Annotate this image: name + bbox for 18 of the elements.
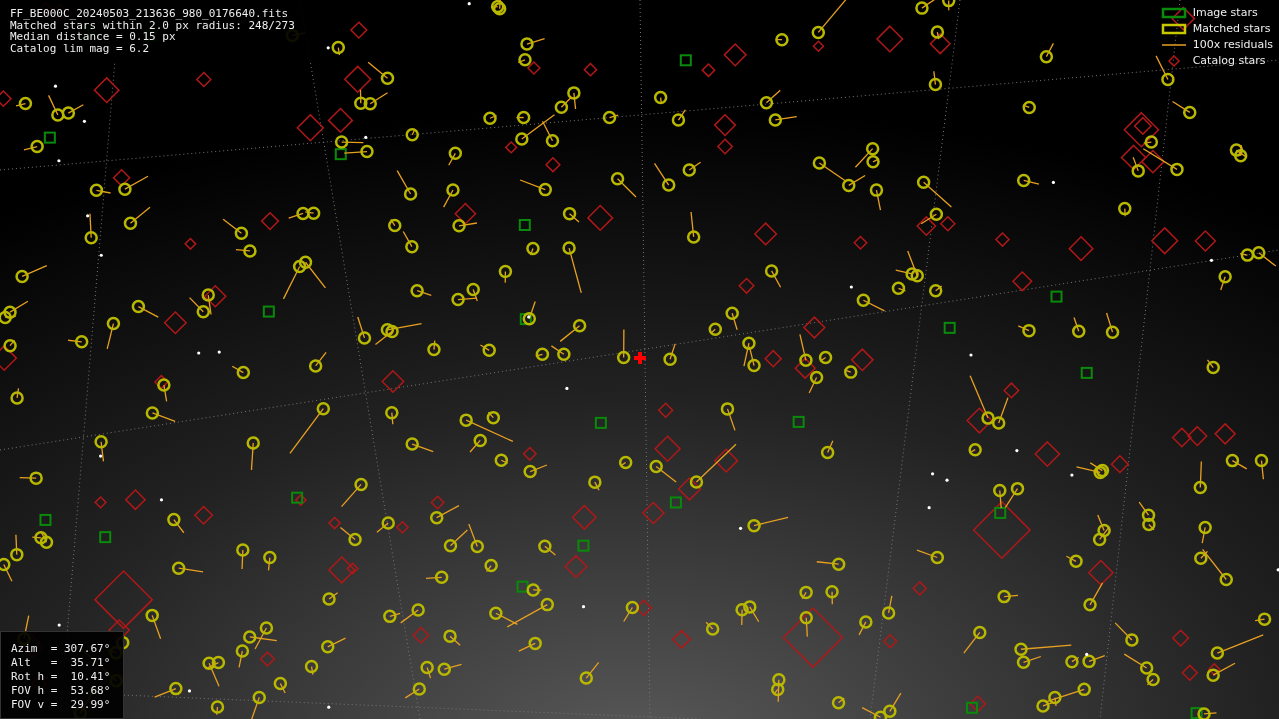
- cross-marker-icon: [634, 352, 646, 364]
- legend-label: Matched stars: [1192, 22, 1271, 36]
- pointing-text: Azim = 307.67°: [11, 642, 112, 656]
- info-text: Median distance = 0.15 px: [10, 31, 176, 43]
- info-text: FF_BE000C_20240503_213636_980_0176640.fits: [10, 8, 290, 20]
- diamond-icon: [1167, 55, 1180, 67]
- info-text: Catalog lim mag = 6.2: [10, 42, 151, 54]
- residual-line-icon: [1160, 44, 1187, 46]
- image-star-swatch-icon: [1161, 7, 1186, 19]
- pointing-text: Rot h = 10.41°: [11, 670, 112, 684]
- matched-star-swatch-icon: [1161, 23, 1186, 35]
- legend-label: Catalog stars: [1192, 54, 1266, 68]
- pointing-text: Alt = 35.71°: [11, 656, 112, 670]
- legend-label: 100x residuals: [1192, 38, 1273, 52]
- pointing-text: FOV h = 53.68°: [11, 684, 112, 698]
- legend-label: Image stars: [1192, 6, 1258, 20]
- info-text: Matched stars within 2.0 px radius: 248/273: [10, 19, 296, 31]
- pointing-text: FOV v = 29.99°: [11, 698, 112, 712]
